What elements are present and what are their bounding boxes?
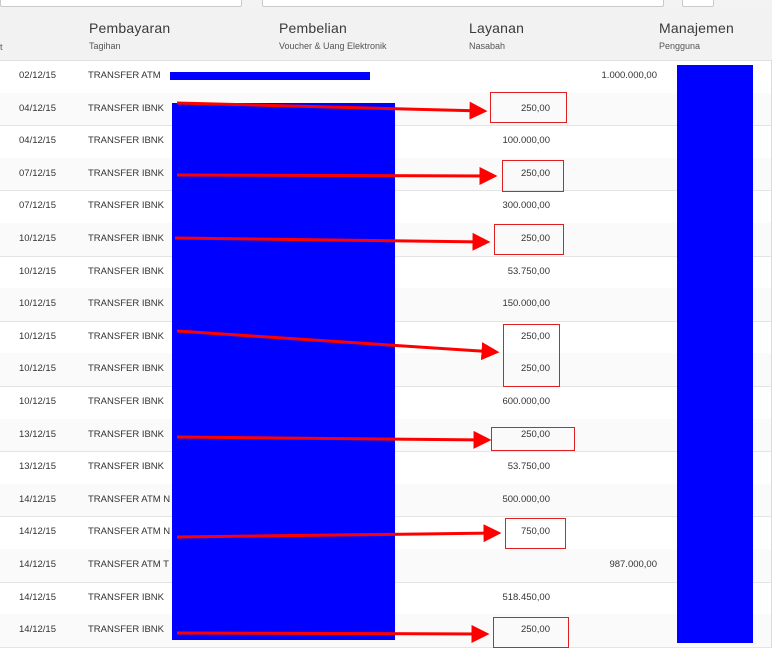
description-cell: TRANSFER IBNK [88,591,165,603]
redaction-block [677,65,753,643]
amount-cell: 600.000,00 [502,396,550,407]
date-cell: 10/12/15 [19,363,56,375]
amount-cell: 150.000,00 [502,298,550,310]
menu-pembelian[interactable]: Pembelian Voucher & Uang Elektronik [279,20,387,51]
description-cell: TRANSFER IBNK [88,428,165,440]
date-cell: 10/12/15 [19,298,56,310]
amount-cell: 53.750,00 [507,265,550,277]
description-cell: TRANSFER IBNK [88,396,165,407]
highlight-box [494,224,564,255]
top-button[interactable] [682,0,714,7]
date-cell: 02/12/15 [19,70,56,81]
date-cell: 04/12/15 [19,102,56,114]
menu-label: Layanan [469,20,525,36]
amount-cell: 100.000,00 [502,135,550,147]
top-input-left[interactable] [0,0,242,7]
description-cell: TRANSFER ATM [88,70,161,81]
credit-cell: 1.000.000,00 [601,70,657,81]
top-input-right[interactable] [262,0,664,7]
nav-header: t Pembayaran Tagihan Pembelian Voucher &… [0,8,772,61]
description-cell: TRANSFER IBNK [88,233,165,244]
amount-cell: 518.450,00 [502,591,550,603]
menu-sublabel: Voucher & Uang Elektronik [279,41,387,51]
date-cell: 10/12/15 [19,265,56,277]
description-cell: TRANSFER IBNK [88,461,165,473]
menu-layanan[interactable]: Layanan Nasabah [469,20,524,51]
date-cell: 14/12/15 [19,493,56,505]
date-cell: 13/12/15 [19,428,56,440]
table-row: 02/12/15 TRANSFER ATM 1.000.000,00 [0,60,772,94]
date-cell: 14/12/15 [19,526,56,538]
menu-pembayaran[interactable]: Pembayaran Tagihan [89,20,170,51]
description-cell: TRANSFER IBNK [88,624,165,636]
date-cell: 14/12/15 [19,559,56,570]
menu-label: Pembelian [279,20,347,36]
amount-cell: 500.000,00 [502,493,550,505]
highlight-box [490,92,567,123]
description-cell: TRANSFER IBNK [88,200,165,212]
menu-manajemen[interactable]: Manajemen Pengguna [659,20,734,51]
highlight-box [502,160,564,192]
highlight-box [503,324,560,387]
description-cell: TRANSFER ATM T [88,559,169,570]
menu-label: Pembayaran [89,20,171,36]
description-cell: TRANSFER ATM N [88,526,171,538]
highlight-box [505,518,566,549]
description-cell: TRANSFER IBNK [88,265,165,277]
date-cell: 10/12/15 [19,396,56,407]
credit-cell: 987.000,00 [609,559,657,570]
menu-sublabel: Tagihan [89,41,121,51]
menu-label: Manajemen [659,20,734,36]
date-cell: 10/12/15 [19,330,56,342]
menu-sublabel: Nasabah [469,41,506,51]
description-cell: TRANSFER IBNK [88,298,165,310]
date-cell: 14/12/15 [19,624,56,636]
date-cell: 07/12/15 [19,200,56,212]
description-cell: TRANSFER ATM N [88,493,171,505]
description-cell: TRANSFER IBNK [88,102,165,114]
date-cell: 14/12/15 [19,591,56,603]
description-cell: TRANSFER IBNK [88,135,165,147]
date-cell: 04/12/15 [19,135,56,147]
date-cell: 10/12/15 [19,233,56,244]
menu-sublabel: Pengguna [659,41,701,51]
date-cell: 07/12/15 [19,167,56,179]
date-cell: 13/12/15 [19,461,56,473]
description-cell: TRANSFER IBNK [88,167,165,179]
description-cell: TRANSFER IBNK [88,330,165,342]
redaction-block [172,103,395,640]
amount-cell: 300.000,00 [502,200,550,212]
header-edge-text: t [0,42,3,52]
amount-cell: 53.750,00 [507,461,550,473]
highlight-box [491,427,575,451]
highlight-box [493,617,569,648]
redaction-bar [170,72,370,80]
description-cell: TRANSFER IBNK [88,363,165,375]
